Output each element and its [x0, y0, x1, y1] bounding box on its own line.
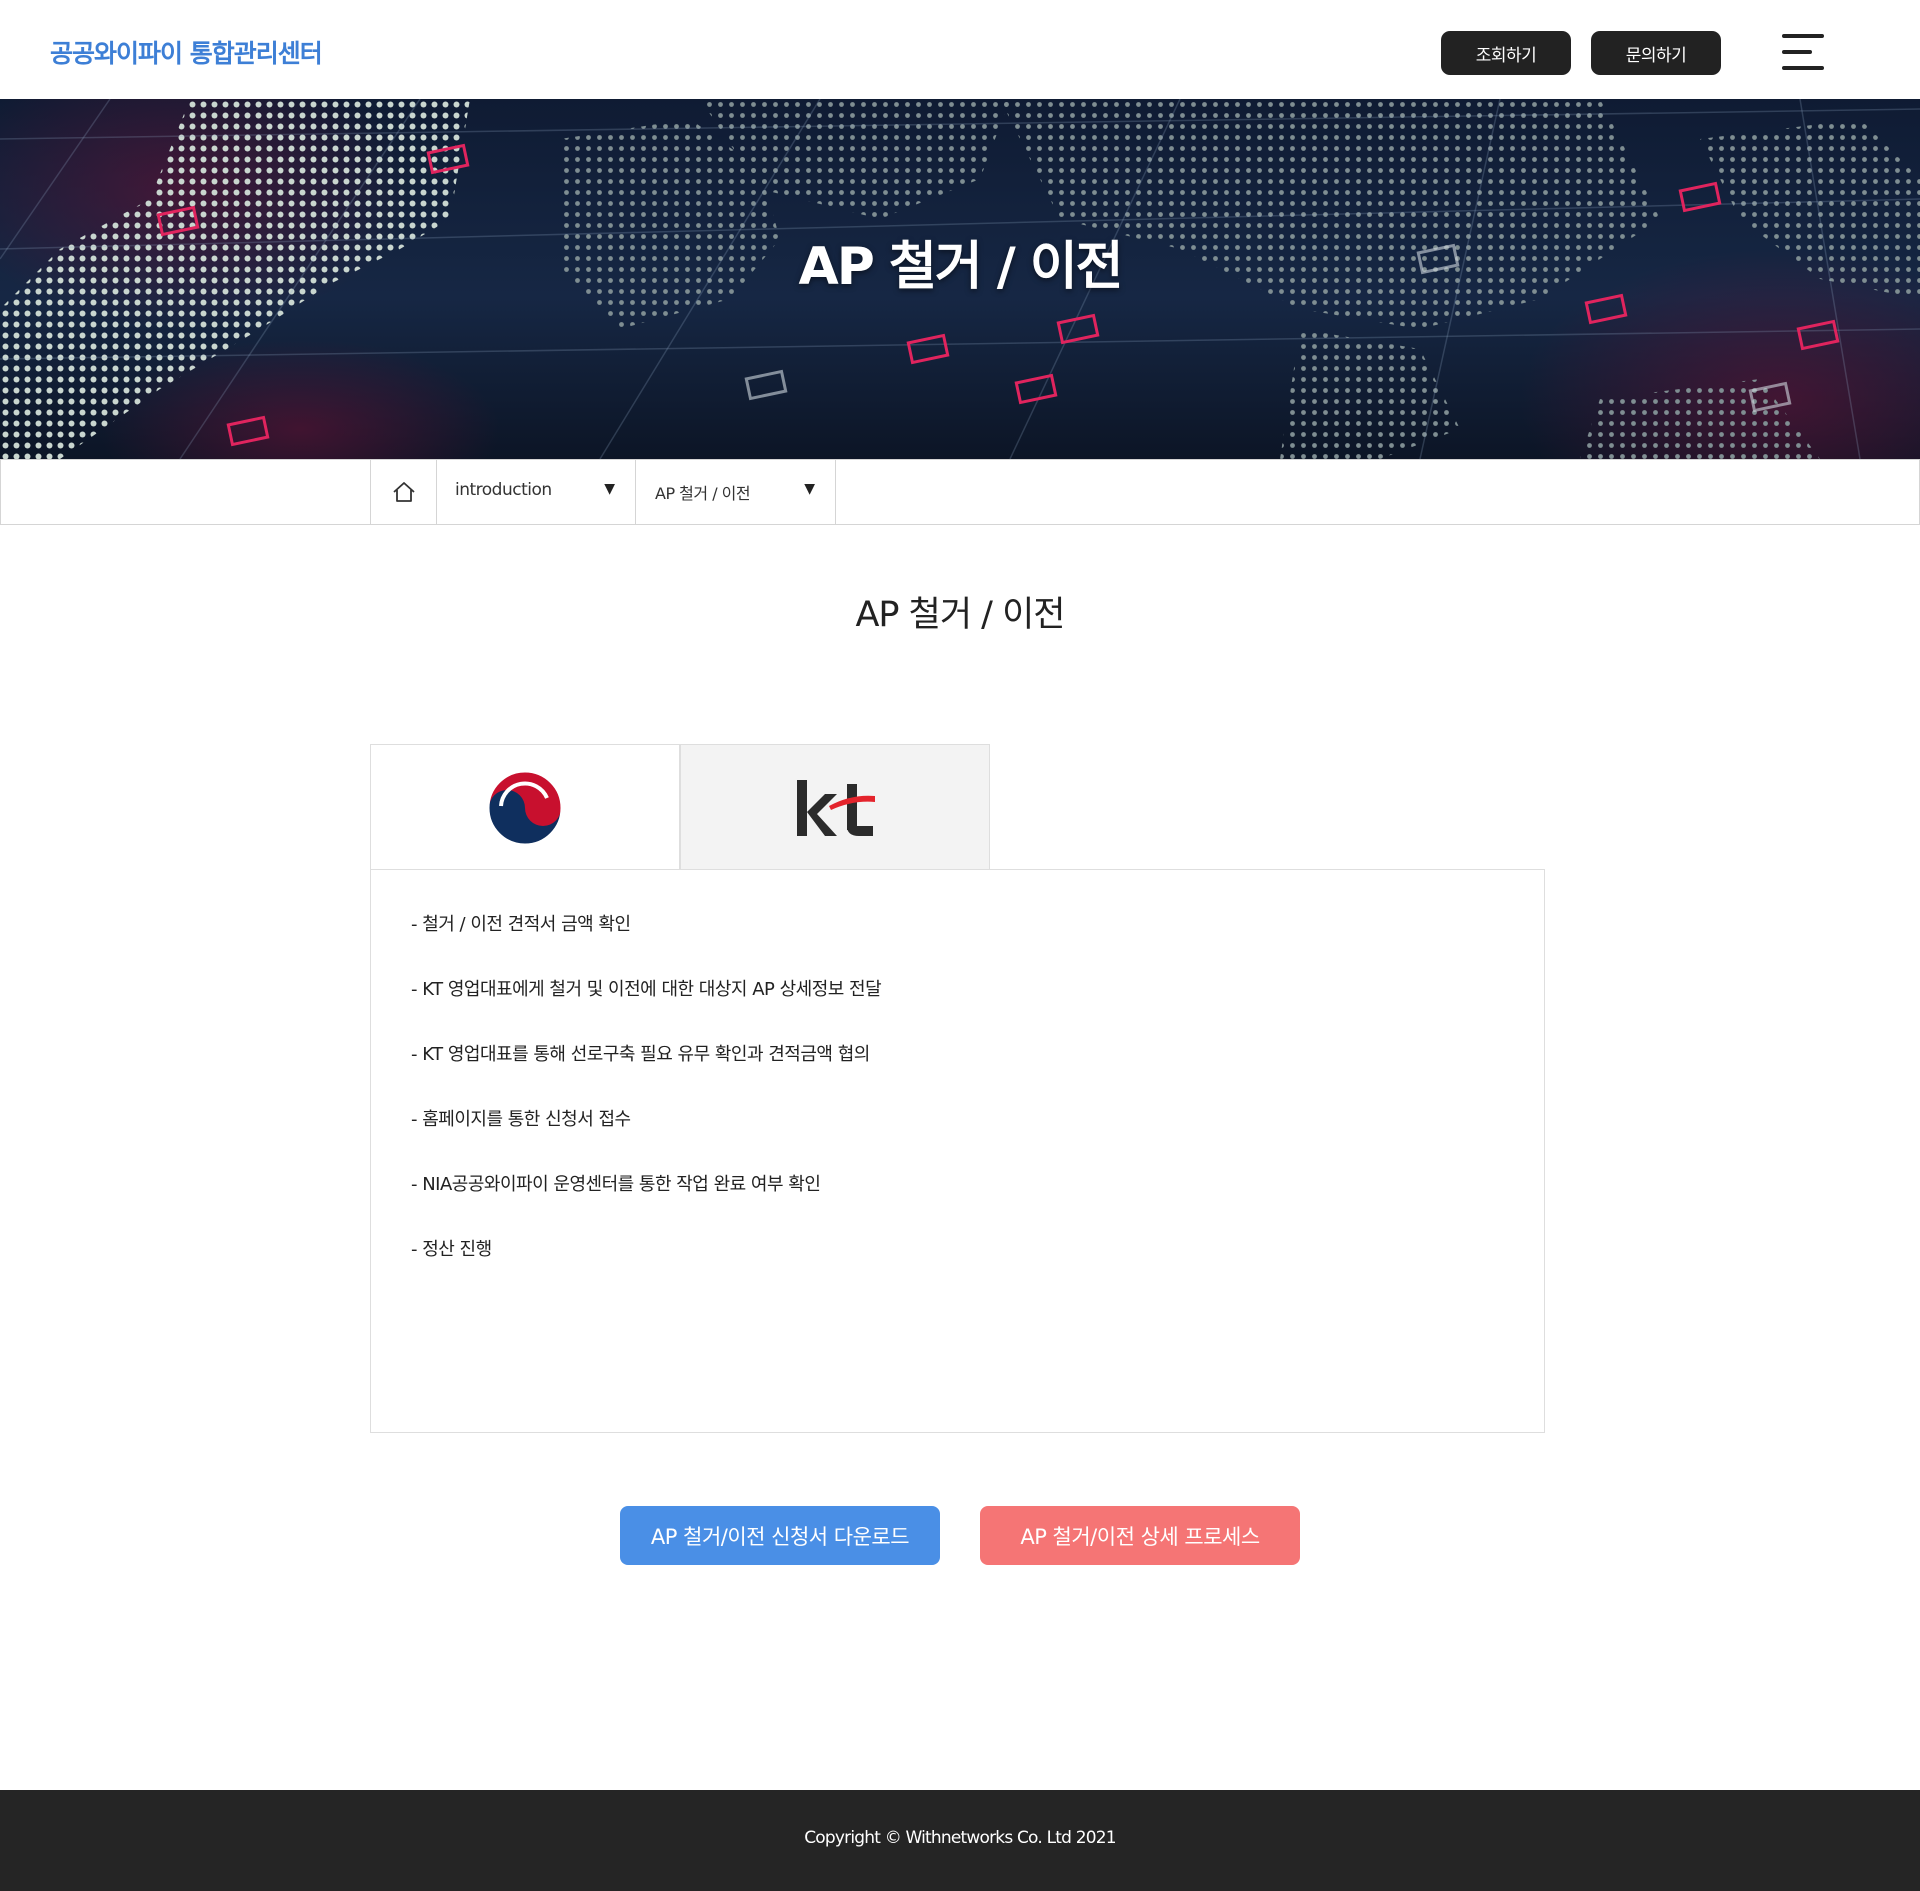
download-application-button[interactable]: AP 철거/이전 신청서 다운로드	[620, 1506, 940, 1565]
content-panel: - 철거 / 이전 견적서 금액 확인 - KT 영업대표에게 철거 및 이전에…	[370, 869, 1545, 1433]
location-bar: introduction ▼ AP 철거 / 이전 ▼	[0, 459, 1920, 525]
page-select[interactable]: AP 철거 / 이전 ▼	[636, 460, 836, 524]
section-select[interactable]: introduction ▼	[436, 460, 636, 524]
tab-kt[interactable]	[680, 744, 990, 871]
list-item: - KT 영업대표를 통해 선로구축 필요 유무 확인과 견적금액 협의	[411, 1044, 870, 1065]
lookup-button[interactable]: 조회하기	[1441, 31, 1571, 75]
list-item: - 정산 진행	[411, 1239, 492, 1260]
caret-down-icon: ▼	[604, 481, 615, 497]
list-item: - NIA공공와이파이 운영센터를 통한 작업 완료 여부 확인	[411, 1174, 821, 1195]
page-select-label: AP 철거 / 이전	[655, 484, 751, 503]
kt-logo-icon	[797, 779, 875, 836]
copyright-text: Copyright © Withnetworks Co. Ltd 2021	[804, 1828, 1116, 1848]
list-item: - 홈페이지를 통한 신청서 접수	[411, 1109, 631, 1130]
tab-government[interactable]	[370, 744, 680, 870]
hero-banner: AP 철거 / 이전	[0, 99, 1920, 459]
detail-process-button[interactable]: AP 철거/이전 상세 프로세스	[980, 1506, 1300, 1565]
list-item: - KT 영업대표에게 철거 및 이전에 대한 대상지 AP 상세정보 전달	[411, 979, 882, 1000]
hamburger-menu-icon[interactable]	[1782, 32, 1826, 72]
site-footer: Copyright © Withnetworks Co. Ltd 2021	[0, 1790, 1920, 1891]
section-select-label: introduction	[455, 480, 552, 500]
page-title: AP 철거 / 이전	[855, 595, 1065, 635]
list-item: - 철거 / 이전 견적서 금액 확인	[411, 914, 631, 935]
korea-government-emblem-icon	[488, 771, 562, 844]
site-logo[interactable]: 공공와이파이 통합관리센터	[50, 34, 323, 70]
process-steps-list: - 철거 / 이전 견적서 금액 확인 - KT 영업대표에게 철거 및 이전에…	[411, 913, 882, 1303]
home-icon	[392, 482, 415, 502]
hero-title: AP 철거 / 이전	[798, 237, 1123, 297]
inquiry-button[interactable]: 문의하기	[1591, 31, 1721, 75]
site-header: 공공와이파이 통합관리센터 조회하기 문의하기	[0, 0, 1920, 99]
home-button[interactable]	[370, 460, 437, 524]
caret-down-icon: ▼	[804, 481, 815, 497]
